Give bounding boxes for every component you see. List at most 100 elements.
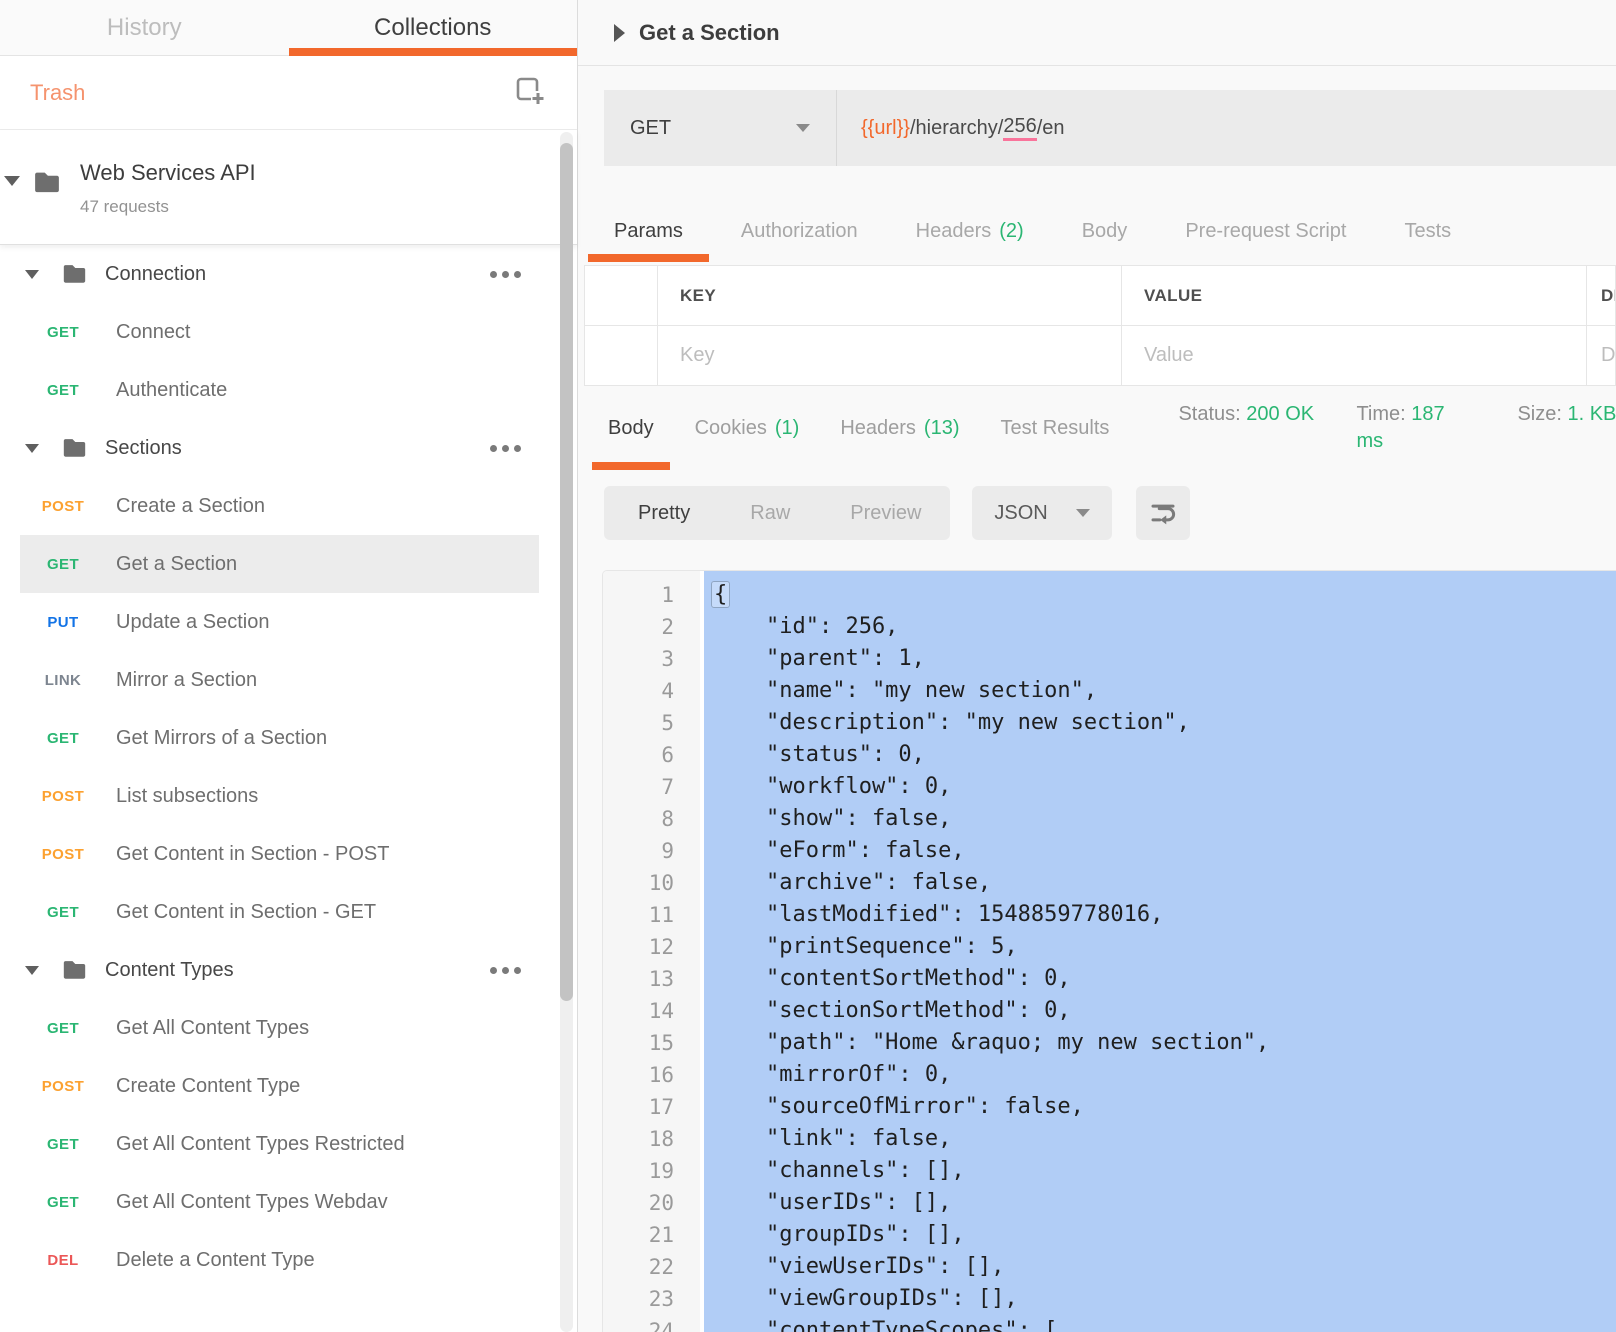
tab-params[interactable]: Params xyxy=(614,200,683,262)
request-row-get-a-section[interactable]: GETGet a Section xyxy=(0,535,577,593)
request-panel: Get a Section GET {{url}}/hierarchy/256/… xyxy=(577,0,1616,1332)
new-collection-icon[interactable] xyxy=(513,73,547,112)
line-number: 10 xyxy=(603,867,700,899)
line-number: 5 xyxy=(603,707,700,739)
method-select[interactable]: GET xyxy=(604,90,837,166)
view-mode-preview[interactable]: Preview xyxy=(850,502,921,525)
code-line: "mirrorOf": 0, xyxy=(713,1059,1616,1091)
url-row: GET {{url}}/hierarchy/256/en xyxy=(604,90,1616,166)
line-number: 16 xyxy=(603,1059,700,1091)
request-row-connect[interactable]: GET Connect xyxy=(0,303,577,361)
tab-history[interactable]: History xyxy=(0,0,289,56)
code-line: "status": 0, xyxy=(713,739,1616,771)
chevron-down-icon[interactable] xyxy=(25,444,39,453)
collection-tree: Connection GET Connect GET Authenticate Secti… xyxy=(0,245,577,1332)
more-options-icon[interactable] xyxy=(490,445,521,452)
code-line: "eForm": false, xyxy=(713,835,1616,867)
sidebar-toolbar: Trash xyxy=(0,56,577,130)
tab-tests[interactable]: Tests xyxy=(1404,200,1451,262)
code-line: "userIDs": [], xyxy=(713,1187,1616,1219)
method-badge: GET xyxy=(26,324,100,341)
request-label: Authenticate xyxy=(116,379,227,402)
value-input[interactable] xyxy=(1144,344,1586,367)
params-description-header: DESCRIPTION xyxy=(1587,266,1616,326)
request-row-get-all-content-types-restricted[interactable]: GETGet All Content Types Restricted xyxy=(0,1115,577,1173)
wrap-lines-button[interactable] xyxy=(1136,486,1190,540)
response-view-bar: Pretty Raw Preview JSON xyxy=(604,486,1616,540)
trash-link[interactable]: Trash xyxy=(30,80,85,106)
code-line: { xyxy=(713,579,1616,611)
request-row-create-a-section[interactable]: POSTCreate a Section xyxy=(0,477,577,535)
tab-cookies[interactable]: Cookies(1) xyxy=(695,386,800,470)
folder-row-sections[interactable]: Sections xyxy=(0,419,577,477)
request-label: Create a Section xyxy=(116,495,265,518)
tab-test-results[interactable]: Test Results xyxy=(1001,386,1110,470)
folder-label: Sections xyxy=(105,437,182,460)
response-body-editor[interactable]: 123456789101112131415161718192021222324 … xyxy=(602,570,1616,1332)
chevron-down-icon[interactable] xyxy=(4,176,20,186)
headers-count-badge: (2) xyxy=(999,220,1023,243)
request-row-get-content-in-section-get[interactable]: GETGet Content in Section - GET xyxy=(0,883,577,941)
tab-collections[interactable]: Collections xyxy=(289,0,578,56)
more-options-icon[interactable] xyxy=(490,271,521,278)
time-badge: Time: 187 ms xyxy=(1356,401,1468,455)
method-badge: GET xyxy=(26,730,100,747)
folder-row-content-types[interactable]: Content Types xyxy=(0,941,577,999)
tab-response-body[interactable]: Body xyxy=(608,386,654,470)
request-label: Get Content in Section - POST xyxy=(116,843,389,866)
request-row-get-all-content-types[interactable]: GETGet All Content Types xyxy=(0,999,577,1057)
request-row-list-subsections[interactable]: POSTList subsections xyxy=(0,767,577,825)
tab-response-headers[interactable]: Headers(13) xyxy=(840,386,959,470)
folder-icon xyxy=(61,435,88,462)
collapse-caret-icon[interactable] xyxy=(614,24,625,42)
line-number: 19 xyxy=(603,1155,700,1187)
request-row-create-content-type[interactable]: POSTCreate Content Type xyxy=(0,1057,577,1115)
request-row-update-a-section[interactable]: PUTUpdate a Section xyxy=(0,593,577,651)
url-input[interactable]: {{url}}/hierarchy/256/en xyxy=(837,90,1616,166)
request-row-get-mirrors-of-a-section[interactable]: GETGet Mirrors of a Section xyxy=(0,709,577,767)
request-label: Mirror a Section xyxy=(116,669,257,692)
view-mode-pretty[interactable]: Pretty xyxy=(638,502,690,525)
params-row-checkbox-cell[interactable] xyxy=(585,326,658,386)
code-line: "sectionSortMethod": 0, xyxy=(713,995,1616,1027)
description-input[interactable] xyxy=(1601,344,1615,367)
code-line: "path": "Home &raquo; my new section", xyxy=(713,1027,1616,1059)
method-badge: DEL xyxy=(26,1252,100,1269)
line-number: 17 xyxy=(603,1091,700,1123)
more-options-icon[interactable] xyxy=(490,967,521,974)
response-meta: Status: 200 OK Time: 187 ms Size: 1. KB xyxy=(1178,401,1616,455)
collection-name: Web Services API xyxy=(80,160,256,186)
tab-body[interactable]: Body xyxy=(1082,200,1128,262)
language-select[interactable]: JSON xyxy=(972,486,1111,540)
request-row-mirror-a-section[interactable]: LINKMirror a Section xyxy=(0,651,577,709)
tab-authorization[interactable]: Authorization xyxy=(741,200,858,262)
line-number: 7 xyxy=(603,771,700,803)
collection-request-count: 47 requests xyxy=(80,196,256,218)
sidebar-scrollbar-thumb[interactable] xyxy=(560,143,573,1001)
request-row-get-content-in-section-post[interactable]: POSTGet Content in Section - POST xyxy=(0,825,577,883)
key-input[interactable] xyxy=(680,344,1121,367)
chevron-down-icon[interactable] xyxy=(25,270,39,279)
code-line: "show": false, xyxy=(713,803,1616,835)
request-row-get-all-content-types-webdav[interactable]: GETGet All Content Types Webdav xyxy=(0,1173,577,1231)
code-line: "viewUserIDs": [], xyxy=(713,1251,1616,1283)
code-line: "description": "my new section", xyxy=(713,707,1616,739)
line-number: 4 xyxy=(603,675,700,707)
params-key-cell xyxy=(658,326,1122,386)
request-row-delete-a-content-type[interactable]: DELDelete a Content Type xyxy=(0,1231,577,1289)
response-json-selected-text[interactable]: { "id": 256, "parent": 1, "name": "my ne… xyxy=(704,571,1616,1332)
method-badge: GET xyxy=(26,382,100,399)
request-row-authenticate[interactable]: GET Authenticate xyxy=(0,361,577,419)
line-number: 6 xyxy=(603,739,700,771)
tab-pre-request-script[interactable]: Pre-request Script xyxy=(1185,200,1346,262)
folder-row-connection[interactable]: Connection xyxy=(0,245,577,303)
chevron-down-icon xyxy=(1076,509,1090,517)
tab-headers[interactable]: Headers(2) xyxy=(916,200,1024,262)
line-number: 14 xyxy=(603,995,700,1027)
request-label: Connect xyxy=(116,321,191,344)
folder-icon xyxy=(61,261,88,288)
collection-header[interactable]: Web Services API 47 requests xyxy=(0,130,577,245)
chevron-down-icon[interactable] xyxy=(25,966,39,975)
line-number: 8 xyxy=(603,803,700,835)
view-mode-raw[interactable]: Raw xyxy=(750,502,790,525)
